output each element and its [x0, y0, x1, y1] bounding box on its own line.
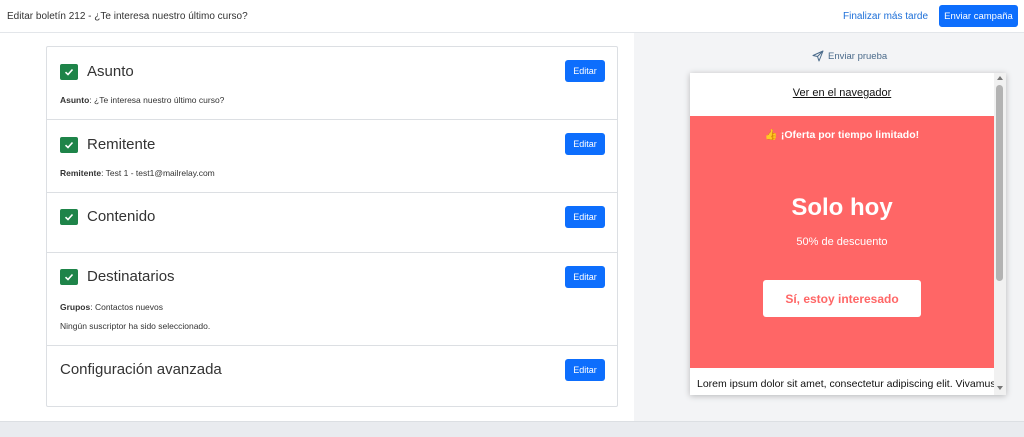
discount-text: 50% de descuento: [796, 236, 888, 248]
check-icon: [60, 137, 78, 153]
promo-headline: Solo hoy: [791, 194, 893, 221]
scroll-up-arrow-icon[interactable]: [997, 76, 1003, 80]
detail-label: Remitente: [60, 168, 102, 178]
detail-label: Asunto: [60, 95, 90, 105]
send-test-link[interactable]: Enviar prueba: [812, 50, 887, 62]
no-subscribers-note: Ningún suscriptor ha sido seleccionado.: [60, 321, 211, 331]
section-advanced: Configuración avanzada Editar: [47, 346, 617, 406]
section-sender: Remitente Editar Remitente: Test 1 - tes…: [47, 120, 617, 193]
top-bar: Editar boletín 212 - ¿Te interesa nuestr…: [0, 0, 1024, 33]
detail-value: : Test 1 - test1@mailrelay.com: [101, 168, 215, 178]
detail-value: : Contactos nuevos: [90, 302, 163, 312]
scroll-thumb[interactable]: [996, 85, 1003, 281]
check-icon: [60, 209, 78, 225]
section-title: Asunto: [87, 63, 134, 80]
edit-sender-button[interactable]: Editar: [565, 133, 605, 155]
check-icon: [60, 64, 78, 80]
preview-scrollbar[interactable]: [994, 73, 1006, 395]
detail-label: Grupos: [60, 302, 91, 312]
view-in-browser-link[interactable]: Ver en el navegador: [690, 87, 994, 99]
detail-value: : ¿Te interesa nuestro último curso?: [89, 95, 225, 105]
finish-later-link[interactable]: Finalizar más tarde: [843, 11, 928, 22]
edit-content-button[interactable]: Editar: [565, 206, 605, 228]
campaign-steps-panel: Asunto Editar Asunto: ¿Te interesa nuest…: [46, 46, 618, 407]
subject-detail: Asunto: ¿Te interesa nuestro último curs…: [60, 95, 224, 105]
edit-advanced-button[interactable]: Editar: [565, 359, 605, 381]
email-preview: Ver en el navegador 👍 ¡Oferta por tiempo…: [690, 73, 1006, 395]
promo-banner: 👍 ¡Oferta por tiempo limitado! Solo hoy …: [690, 116, 994, 368]
edit-recipients-button[interactable]: Editar: [565, 266, 605, 288]
scroll-down-arrow-icon[interactable]: [997, 386, 1003, 390]
section-content: Contenido Editar: [47, 193, 617, 253]
send-icon: [812, 50, 824, 62]
section-subject: Asunto Editar Asunto: ¿Te interesa nuest…: [47, 47, 617, 120]
send-test-label: Enviar prueba: [828, 50, 888, 62]
section-title: Destinatarios: [87, 268, 175, 285]
section-title: Contenido: [87, 208, 156, 225]
offer-text: 👍 ¡Oferta por tiempo limitado!: [764, 129, 920, 141]
groups-detail: Grupos: Contactos nuevos: [60, 302, 163, 312]
cta-button[interactable]: Sí, estoy interesado: [763, 280, 921, 317]
section-title: Remitente: [87, 136, 156, 153]
send-campaign-button[interactable]: Enviar campaña: [939, 5, 1018, 27]
body-text: Lorem ipsum dolor sit amet, consectetur …: [697, 378, 996, 390]
section-recipients: Destinatarios Editar Grupos: Contactos n…: [47, 253, 617, 346]
page-title: Editar boletín 212 - ¿Te interesa nuestr…: [7, 11, 248, 22]
page-footer: [0, 421, 1024, 437]
section-title: Configuración avanzada: [60, 361, 222, 378]
edit-subject-button[interactable]: Editar: [565, 60, 605, 82]
sender-detail: Remitente: Test 1 - test1@mailrelay.com: [60, 168, 215, 178]
check-icon: [60, 269, 78, 285]
